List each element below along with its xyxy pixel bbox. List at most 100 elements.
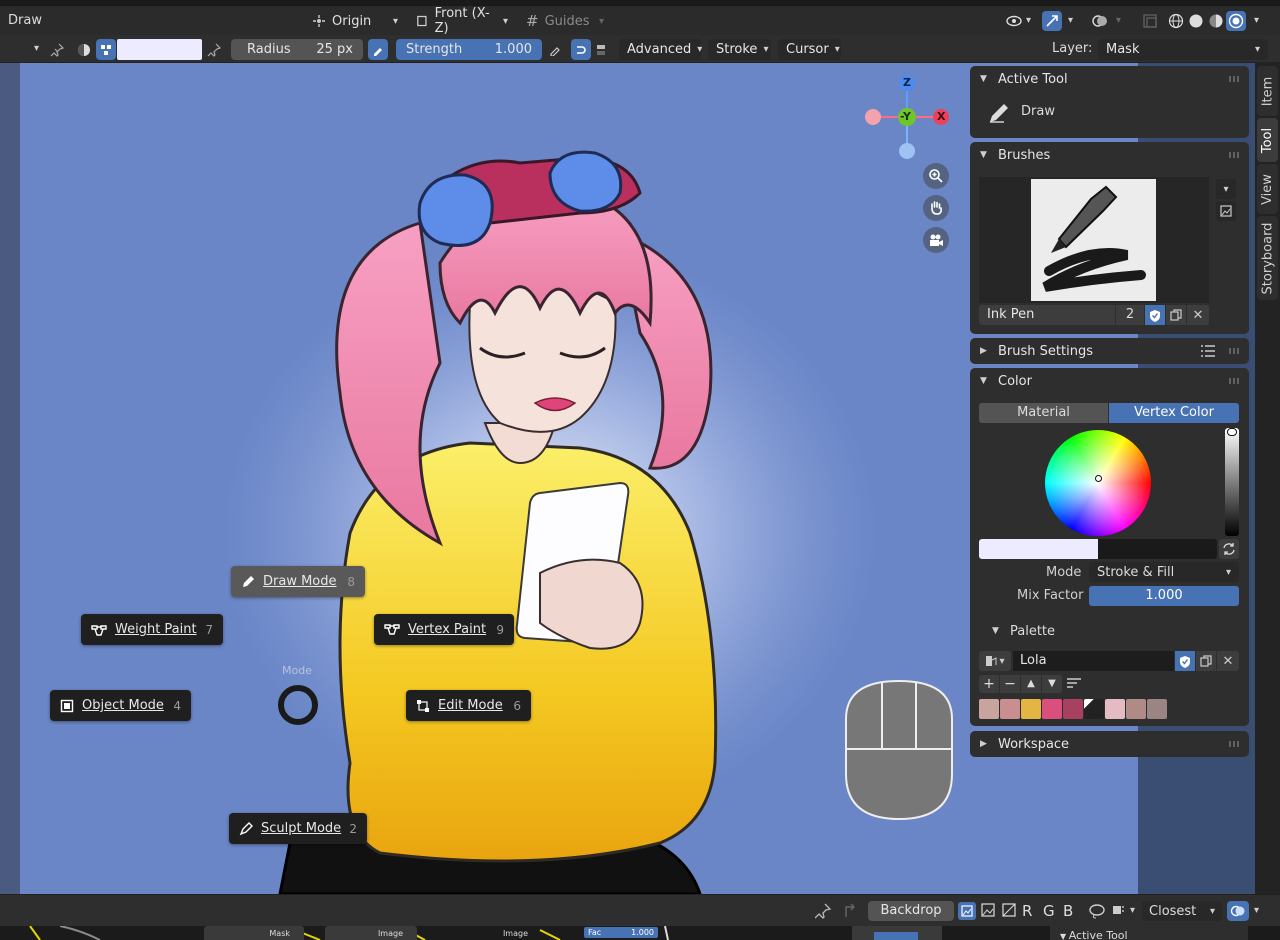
move-down-icon[interactable]: ▼ — [1042, 675, 1062, 693]
chevron-down-icon[interactable]: ▾ — [34, 43, 39, 54]
chevron-down-icon[interactable]: ▾ — [1130, 905, 1135, 916]
overlay-icon[interactable] — [1090, 11, 1110, 31]
brush-user-count[interactable]: 2 — [1116, 305, 1144, 325]
pie-vertex-paint[interactable]: Vertex Paint 9 — [374, 614, 514, 645]
stabilizer-icon[interactable] — [571, 39, 591, 60]
tab-item[interactable]: Item — [1257, 66, 1278, 116]
palette-subpanel-header[interactable]: ▼ Palette — [970, 618, 1249, 644]
chevron-down-icon[interactable]: ▾ — [1068, 15, 1073, 26]
tab-storyboard[interactable]: Storyboard — [1257, 216, 1278, 300]
palette-swatch[interactable] — [1000, 699, 1020, 719]
pie-edit-mode[interactable]: Edit Mode 6 — [406, 690, 531, 721]
camera-icon[interactable] — [923, 227, 949, 253]
mode-dropdown[interactable]: Stroke & Fill ▾ — [1089, 562, 1239, 582]
brush-name-field[interactable]: Ink Pen — [979, 305, 1115, 325]
radius-field[interactable]: Radius 25 px — [231, 39, 363, 60]
tab-tool[interactable]: Tool — [1257, 118, 1278, 162]
drag-handle-icon[interactable] — [1229, 152, 1241, 158]
palette-swatch[interactable] — [1147, 699, 1167, 719]
drag-handle-icon[interactable] — [1229, 741, 1241, 747]
remove-color-icon[interactable]: − — [1000, 675, 1020, 693]
active-tool-header[interactable]: ▼ Active Tool — [970, 66, 1249, 92]
channel-g[interactable]: G — [1043, 902, 1055, 920]
node-sidebar-active-tool[interactable]: ▼ Active Tool — [1050, 926, 1248, 940]
solid-shading-icon[interactable] — [1186, 11, 1206, 31]
channel-r[interactable]: R — [1022, 902, 1032, 920]
value-slider-handle[interactable] — [1227, 428, 1237, 436]
palette-name-field[interactable]: Lola — [1013, 651, 1174, 671]
palette-close-icon[interactable]: ✕ — [1217, 651, 1239, 671]
strength-pressure-icon[interactable] — [545, 39, 565, 60]
chevron-down-icon[interactable]: ▾ — [1254, 15, 1259, 26]
guides-dropdown[interactable]: # Guides ▾ — [520, 10, 610, 32]
pin-icon[interactable] — [47, 39, 67, 60]
xray-icon[interactable] — [1140, 11, 1160, 31]
sort-icon[interactable] — [1066, 677, 1082, 691]
vertex-color-mode-icon[interactable] — [96, 39, 116, 60]
backdrop-color-icon[interactable] — [1002, 903, 1016, 917]
palette-swatch[interactable] — [1021, 699, 1041, 719]
brush-color-swatch[interactable] — [117, 39, 202, 60]
parent-node-icon[interactable] — [842, 903, 858, 919]
close-icon[interactable]: ✕ — [1187, 305, 1209, 325]
stroke-dropdown[interactable]: Stroke ▾ — [708, 39, 771, 60]
color-wheel[interactable] — [1045, 430, 1151, 536]
mask-toggle-icon[interactable] — [591, 39, 611, 60]
advanced-dropdown[interactable]: Advanced ▾ — [619, 39, 702, 60]
fake-user-shield-icon[interactable] — [1145, 305, 1165, 325]
brush-menu-icon[interactable]: ▾ — [1216, 179, 1236, 199]
node-fac-field[interactable]: Fac 1.000 — [584, 927, 658, 938]
add-color-icon[interactable]: + — [979, 675, 999, 693]
backdrop-image-icon[interactable] — [958, 902, 976, 920]
pie-draw-mode[interactable]: Draw Mode 8 — [231, 566, 365, 597]
move-up-icon[interactable]: ▲ — [1021, 675, 1041, 693]
color-header[interactable]: ▼ Color — [970, 368, 1249, 394]
lasso-icon[interactable] — [1088, 903, 1106, 919]
drag-handle-icon[interactable] — [1229, 348, 1241, 354]
layer-dropdown[interactable]: Mask ▾ — [1098, 39, 1268, 60]
brush-preview-area[interactable] — [979, 177, 1209, 303]
palette-browse-button[interactable]: ▾ — [979, 651, 1011, 671]
snap-target-dropdown[interactable]: Closest ▾ — [1142, 901, 1222, 921]
color-wheel-cursor[interactable] — [1095, 475, 1102, 482]
chevron-down-icon[interactable]: ▾ — [1026, 15, 1031, 26]
duplicate-icon[interactable] — [1166, 305, 1186, 325]
drag-handle-icon[interactable] — [1229, 378, 1241, 384]
zoom-icon[interactable] — [923, 163, 949, 189]
overlay-toggle-icon[interactable] — [1227, 901, 1249, 921]
pan-hand-icon[interactable] — [923, 195, 949, 221]
wireframe-shading-icon[interactable] — [1166, 11, 1186, 31]
palette-swatch[interactable] — [1126, 699, 1146, 719]
node-image-1[interactable]: Image — [325, 926, 417, 940]
brush-image-icon[interactable] — [1216, 201, 1236, 221]
cursor-dropdown[interactable]: Cursor ▾ — [778, 39, 841, 60]
pie-sculpt-mode[interactable]: Sculpt Mode 2 — [229, 813, 367, 844]
palette-swatch[interactable] — [1105, 699, 1125, 719]
pie-weight-paint[interactable]: Weight Paint 7 — [81, 614, 223, 645]
node-mask[interactable]: Mask — [204, 926, 304, 940]
pin-icon[interactable] — [815, 903, 831, 919]
palette-swatch[interactable] — [979, 699, 999, 719]
channel-b[interactable]: B — [1063, 902, 1073, 920]
brushes-header[interactable]: ▼ Brushes — [970, 142, 1249, 168]
origin-dropdown[interactable]: Origin ▾ — [306, 10, 404, 32]
material-shading-icon[interactable] — [1206, 11, 1226, 31]
backdrop-alpha-icon[interactable] — [981, 903, 995, 917]
eyedropper-pin-icon[interactable] — [204, 39, 224, 60]
mix-factor-field[interactable]: 1.000 — [1089, 586, 1239, 606]
palette-fake-user-shield-icon[interactable] — [1175, 651, 1195, 671]
palette-swatch[interactable] — [1042, 699, 1062, 719]
gizmo-toggle-icon[interactable] — [1042, 11, 1062, 31]
rendered-shading-icon[interactable] — [1226, 11, 1246, 31]
tab-view[interactable]: View — [1257, 164, 1278, 214]
drag-handle-icon[interactable] — [1229, 76, 1241, 82]
node-editor-area[interactable]: Mask Image Image Fac 1.000 ▼ Active Tool — [0, 926, 1280, 940]
chevron-down-icon[interactable]: ▾ — [1116, 15, 1121, 26]
tab-material[interactable]: Material — [979, 403, 1108, 423]
workspace-header[interactable]: ▶ Workspace — [970, 731, 1249, 757]
node-image-2[interactable]: Image — [450, 926, 542, 940]
radius-pressure-icon[interactable] — [368, 39, 388, 60]
view-plane-dropdown[interactable]: Front (X-Z) ▾ — [410, 6, 514, 36]
backdrop-toggle[interactable]: Backdrop — [868, 901, 954, 921]
strength-field[interactable]: Strength 1.000 — [396, 39, 542, 60]
